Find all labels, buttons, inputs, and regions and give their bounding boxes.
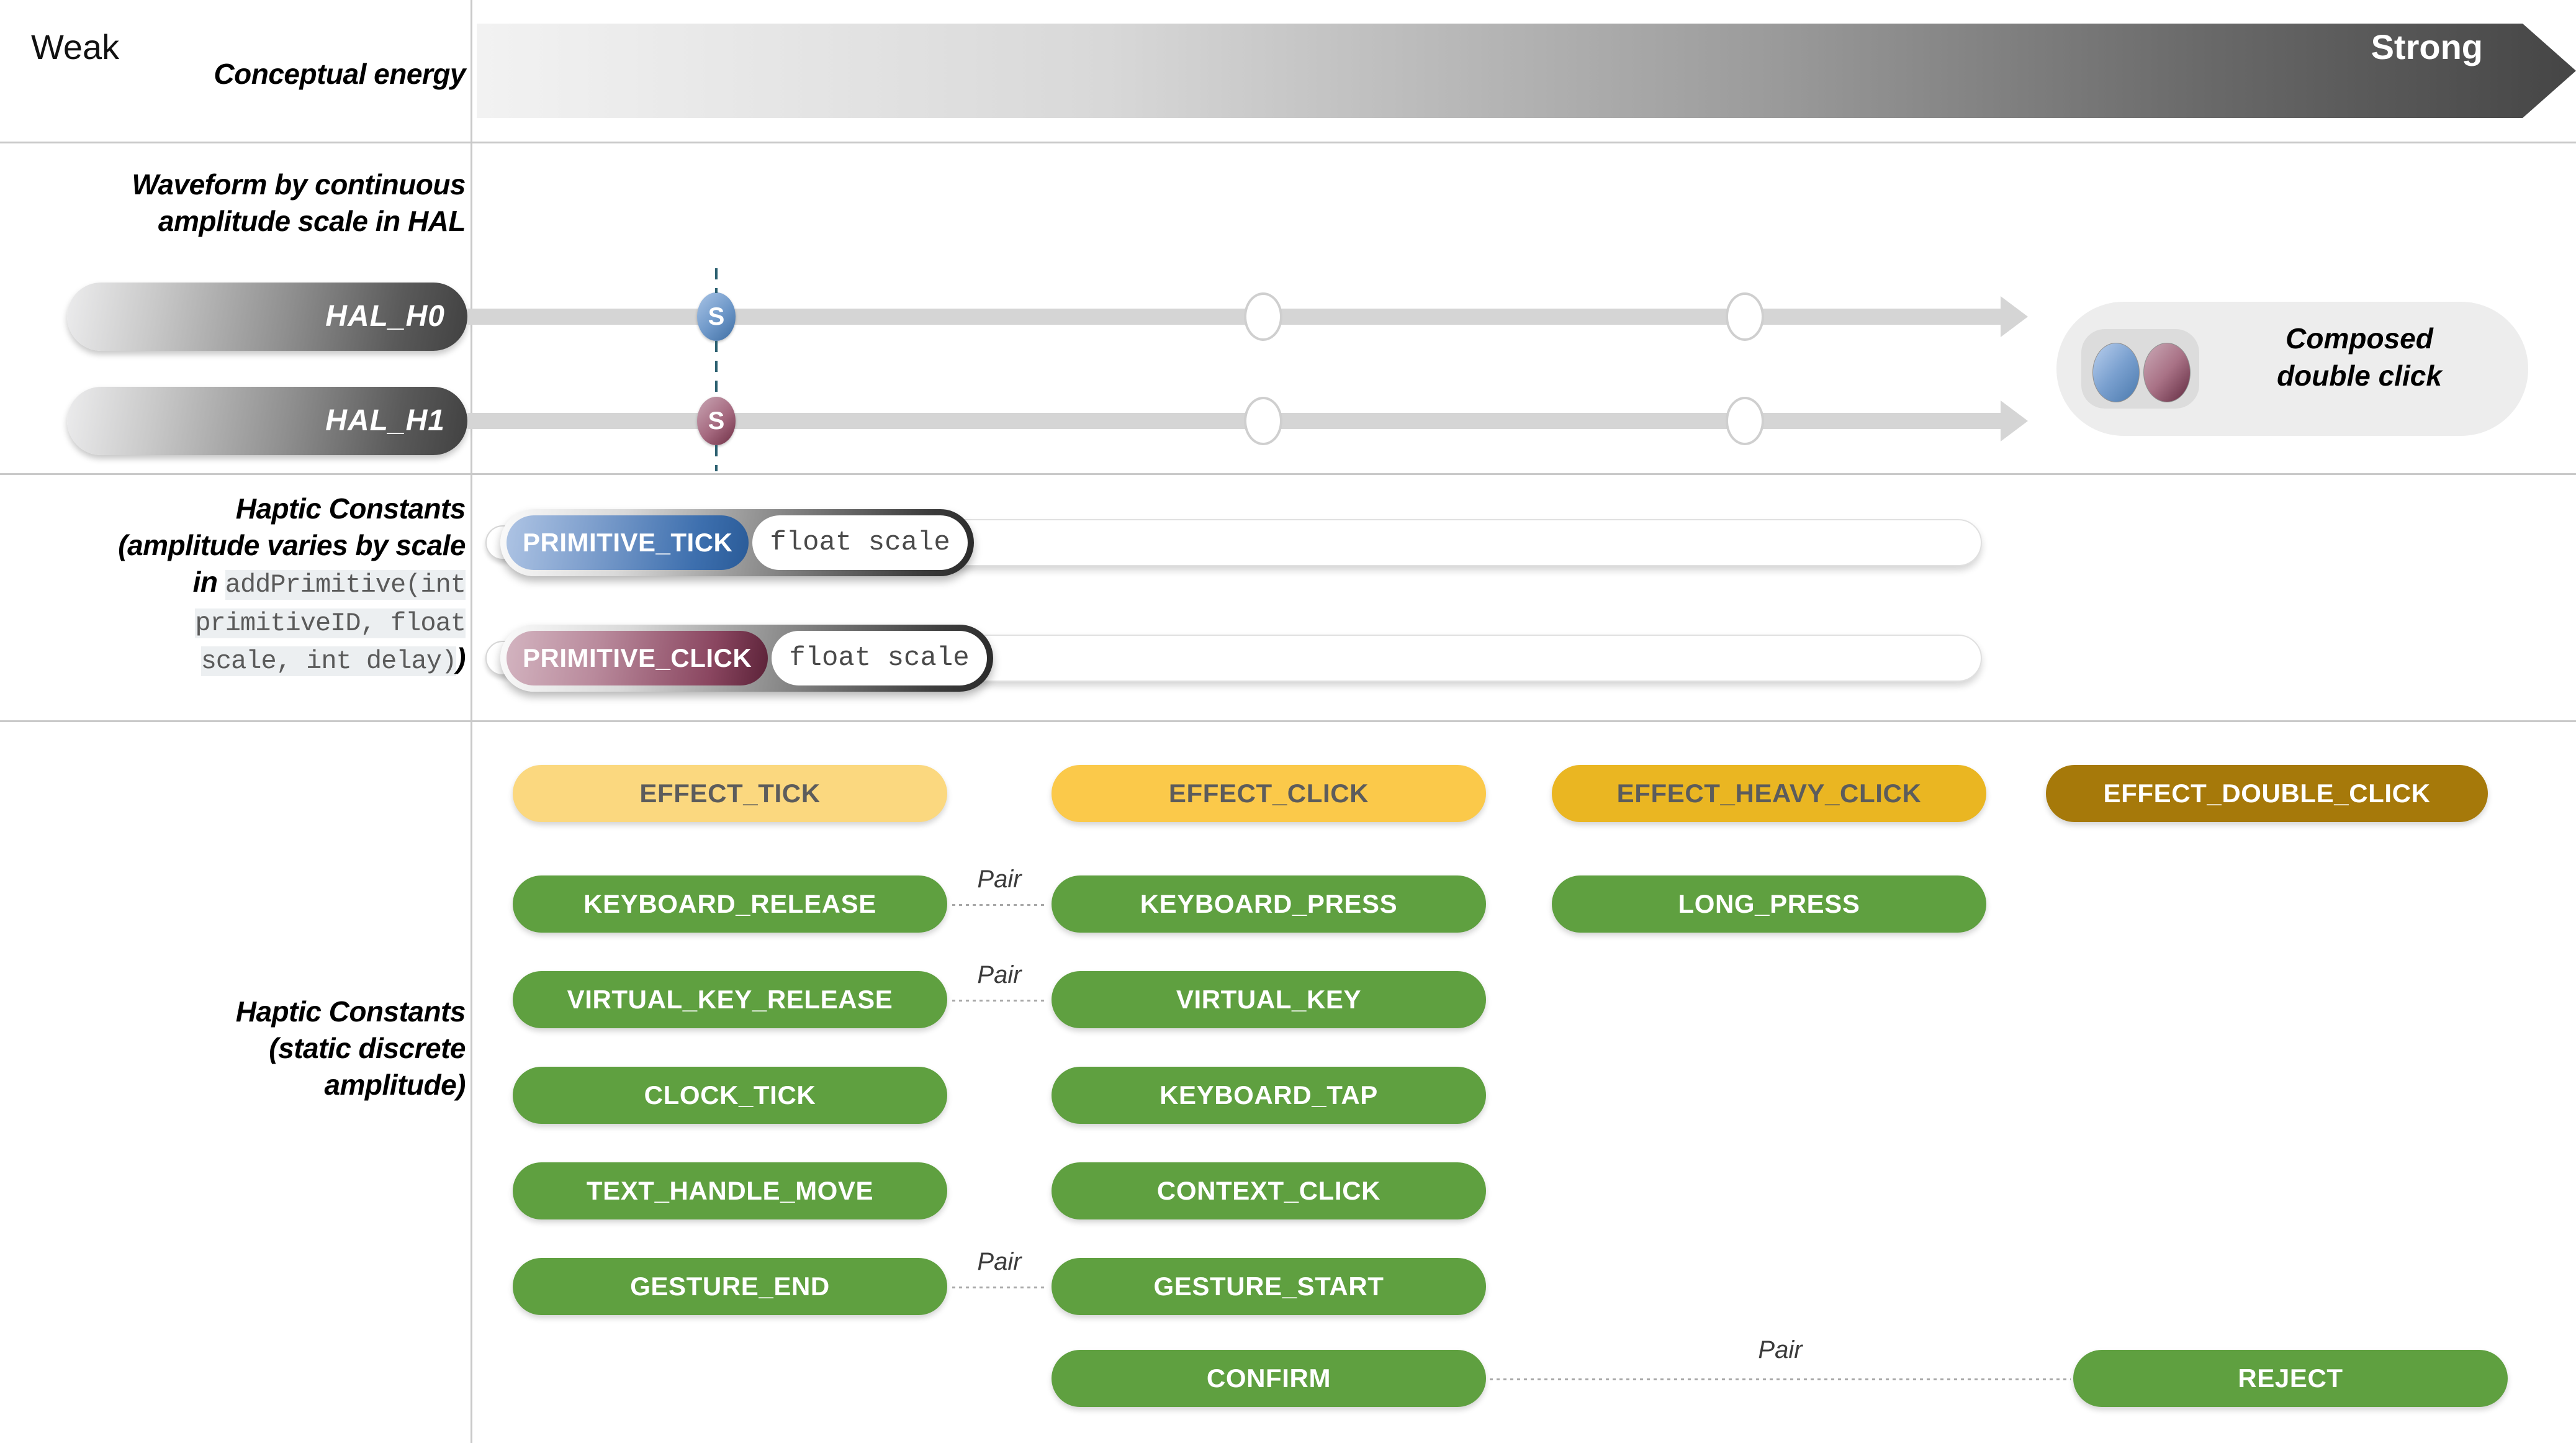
energy-strong-label: Strong xyxy=(2371,27,2483,66)
row-label-primitives-code1: addPrimitive(int xyxy=(225,569,466,600)
chip-effect-heavy-click[interactable]: EFFECT_HEAVY_CLICK xyxy=(1552,765,1986,822)
row-label-primitives-line5: scale, int delay)) xyxy=(6,640,466,679)
primitive-click-label: PRIMITIVE_CLICK xyxy=(507,631,768,685)
scale-alignment-dash-top xyxy=(715,268,718,293)
row-label-waveform: Waveform by continuous amplitude scale i… xyxy=(6,166,466,240)
hal-h1-node-mid[interactable] xyxy=(1244,397,1282,445)
composed-double-click-icon xyxy=(2081,329,2199,409)
composed-double-click-label: Composed double click xyxy=(2210,320,2508,395)
energy-gradient-arrow xyxy=(477,24,2576,118)
chip-clock-tick[interactable]: CLOCK_TICK xyxy=(513,1067,947,1124)
hal-h1-pill[interactable]: HAL_H1 xyxy=(67,387,467,455)
hal-h0-node-mid[interactable] xyxy=(1244,292,1282,341)
hal-h1-arrowhead xyxy=(2001,400,2028,441)
primitive-tick-slider-knob[interactable]: PRIMITIVE_TICK float scale xyxy=(500,509,974,576)
primitive-click-slider-knob[interactable]: PRIMITIVE_CLICK float scale xyxy=(500,625,993,692)
row-label-constants-line2: (static discrete xyxy=(269,1031,466,1064)
row-label-waveform-line2: amplitude scale in HAL xyxy=(158,204,466,237)
scale-alignment-dash-mid xyxy=(715,341,718,397)
row-divider-1 xyxy=(0,142,2576,143)
pair-label-gesture: Pair xyxy=(977,1248,1022,1275)
composed-dot-click-icon xyxy=(2143,343,2191,402)
chip-confirm[interactable]: CONFIRM xyxy=(1052,1350,1486,1407)
row-label-primitives-in: in xyxy=(192,565,225,598)
row-label-waveform-line1: Waveform by continuous xyxy=(132,168,466,201)
pair-line-keyboard xyxy=(952,904,1047,906)
primitive-click-value: float scale xyxy=(772,631,987,685)
hal-h1-node-scale[interactable]: S xyxy=(697,397,736,445)
row-divider-2 xyxy=(0,473,2576,475)
chip-gesture-start[interactable]: GESTURE_START xyxy=(1052,1258,1486,1315)
pair-line-gesture xyxy=(952,1287,1047,1288)
diagram-canvas: Conceptual energy Weak Strong Waveform b… xyxy=(0,0,2576,1443)
chip-keyboard-release[interactable]: KEYBOARD_RELEASE xyxy=(513,875,947,933)
primitive-tick-label: PRIMITIVE_TICK xyxy=(507,515,749,570)
pair-label-virtual-key: Pair xyxy=(977,961,1022,988)
hal-h0-label: HAL_H0 xyxy=(325,300,445,333)
chip-keyboard-tap[interactable]: KEYBOARD_TAP xyxy=(1052,1067,1486,1124)
chip-text-handle-move[interactable]: TEXT_HANDLE_MOVE xyxy=(513,1162,947,1219)
hal-h0-pill[interactable]: HAL_H0 xyxy=(67,283,467,351)
row-label-primitives-close: ) xyxy=(456,642,466,675)
row-label-primitives-line1: Haptic Constants xyxy=(235,492,466,525)
primitive-tick-value: float scale xyxy=(752,515,968,570)
chip-gesture-end[interactable]: GESTURE_END xyxy=(513,1258,947,1315)
composed-label-line2: double click xyxy=(2277,359,2442,392)
chip-context-click[interactable]: CONTEXT_CLICK xyxy=(1052,1162,1486,1219)
row-label-primitives-line4: primitiveID, float xyxy=(6,602,466,641)
hal-h1-node-high[interactable] xyxy=(1726,397,1764,445)
hal-h0-node-high[interactable] xyxy=(1726,292,1764,341)
pair-line-confirm-reject xyxy=(1490,1378,2071,1380)
pair-label-confirm-reject: Pair xyxy=(1758,1336,1803,1364)
row-label-primitives-code2: primitiveID, float xyxy=(195,608,466,638)
chip-virtual-key-release[interactable]: VIRTUAL_KEY_RELEASE xyxy=(513,971,947,1028)
composed-dot-tick-icon xyxy=(2092,343,2140,402)
chip-effect-click[interactable]: EFFECT_CLICK xyxy=(1052,765,1486,822)
chip-effect-tick[interactable]: EFFECT_TICK xyxy=(513,765,947,822)
scale-alignment-dash-bottom xyxy=(715,445,718,471)
chip-keyboard-press[interactable]: KEYBOARD_PRESS xyxy=(1052,875,1486,933)
row-label-primitives-code3: scale, int delay) xyxy=(200,646,457,677)
chip-effect-double-click[interactable]: EFFECT_DOUBLE_CLICK xyxy=(2046,765,2488,822)
chip-reject[interactable]: REJECT xyxy=(2073,1350,2508,1407)
pair-label-keyboard: Pair xyxy=(977,866,1022,893)
hal-h0-node-scale[interactable]: S xyxy=(697,292,736,341)
row-divider-3 xyxy=(0,720,2576,722)
composed-label-line1: Composed xyxy=(2286,322,2433,355)
pair-line-virtual-key xyxy=(952,1000,1047,1002)
hal-h1-label: HAL_H1 xyxy=(325,404,445,437)
row-label-constants: Haptic Constants (static discrete amplit… xyxy=(6,993,466,1103)
row-label-primitives-line2: (amplitude varies by scale xyxy=(118,528,466,561)
row-label-constants-line1: Haptic Constants xyxy=(235,995,466,1028)
chip-virtual-key[interactable]: VIRTUAL_KEY xyxy=(1052,971,1486,1028)
row-label-primitives-line3: in addPrimitive(int xyxy=(6,564,466,602)
hal-h0-arrowhead xyxy=(2001,296,2028,337)
row-label-primitives: Haptic Constants (amplitude varies by sc… xyxy=(6,491,466,679)
energy-weak-label: Weak xyxy=(31,27,120,66)
row-label-constants-line3: amplitude) xyxy=(324,1068,466,1101)
composed-double-click-card[interactable]: Composed double click xyxy=(2056,302,2528,436)
chip-long-press[interactable]: LONG_PRESS xyxy=(1552,875,1986,933)
